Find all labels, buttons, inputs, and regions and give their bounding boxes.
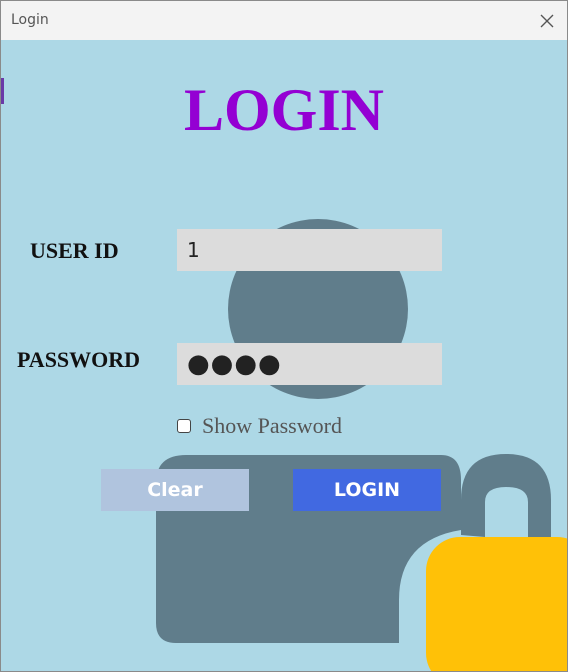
userid-label: USER ID [30, 238, 119, 263]
login-window: Login LOGIN USER ID 1 PASSWORD ●●●● Show… [0, 0, 568, 672]
page-title: LOGIN [183, 77, 385, 143]
title-bar: Login [1, 1, 567, 40]
show-password-checkbox[interactable] [177, 419, 191, 433]
password-input[interactable]: ●●●● [177, 343, 442, 385]
login-content: LOGIN USER ID 1 PASSWORD ●●●● Show Passw… [1, 40, 567, 671]
close-button[interactable] [527, 1, 567, 40]
login-button[interactable]: LOGIN [293, 469, 441, 511]
password-label: PASSWORD [17, 347, 141, 372]
close-icon [540, 14, 554, 27]
show-password-label: Show Password [202, 413, 342, 438]
window-title: Login [11, 12, 49, 28]
clear-button[interactable]: Clear [101, 469, 249, 511]
userid-input[interactable]: 1 [177, 229, 442, 271]
